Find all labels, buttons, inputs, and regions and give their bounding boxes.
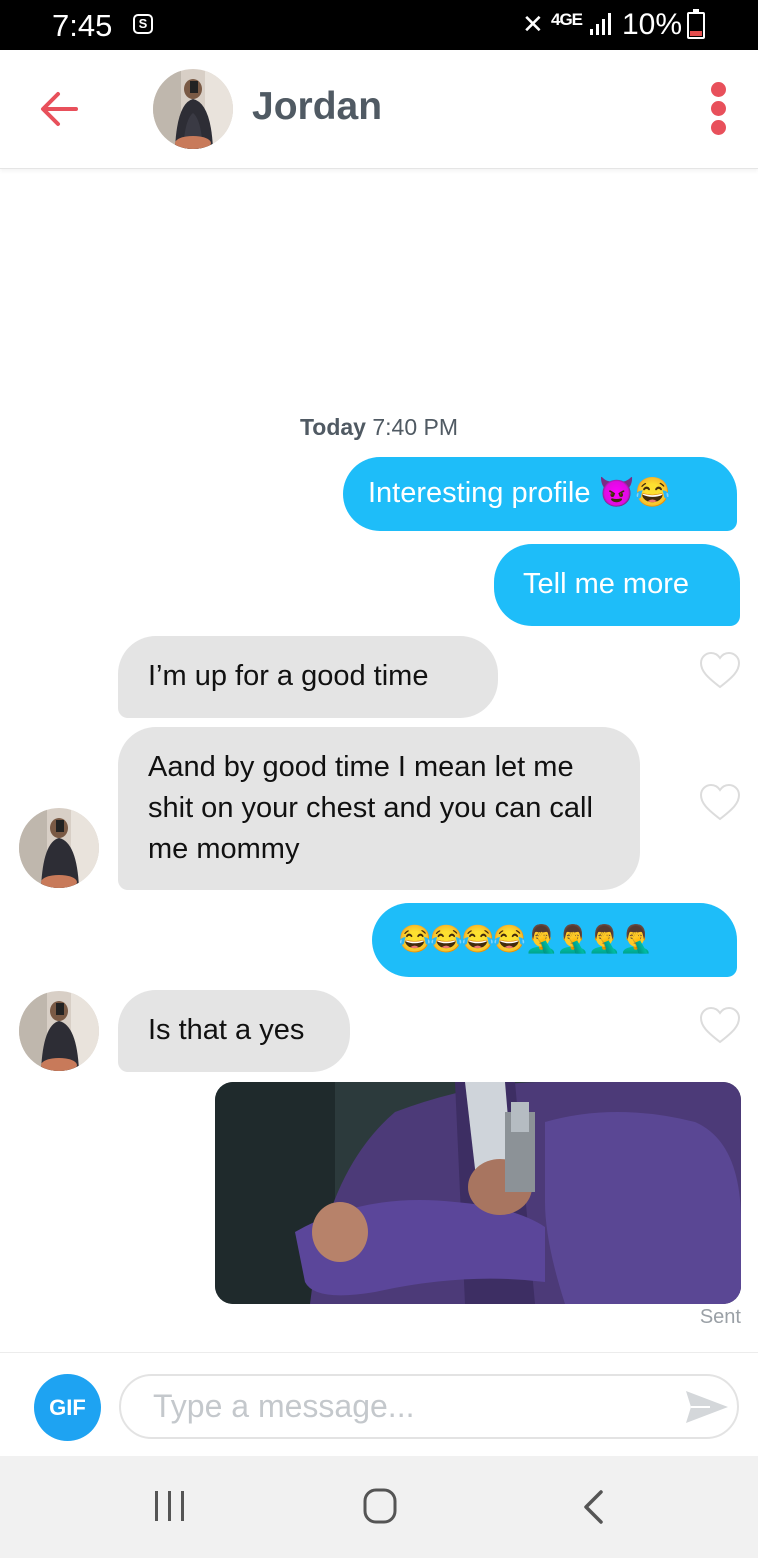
- message-bubble-outgoing[interactable]: Interesting profile 😈😂: [343, 457, 737, 531]
- status-time: 7:45: [52, 8, 113, 43]
- contact-name[interactable]: Jordan: [252, 85, 382, 129]
- message-bubble-outgoing[interactable]: 😂😂😂😂🤦‍♂️🤦‍♂️🤦‍♂️🤦‍♂️: [372, 903, 737, 977]
- message-bubble-incoming[interactable]: Aand by good time I mean let me shit on …: [118, 727, 640, 890]
- more-options-icon[interactable]: [706, 82, 730, 136]
- message-text: Aand by good time I mean let me shit on …: [148, 751, 593, 865]
- sync-icon: S: [133, 14, 153, 34]
- message-text: 😂😂😂😂🤦‍♂️🤦‍♂️🤦‍♂️🤦‍♂️: [398, 924, 653, 954]
- mute-icon: ✕: [522, 9, 544, 39]
- contact-avatar-small[interactable]: [19, 991, 99, 1071]
- signal-icon: [590, 13, 611, 35]
- sent-status: Sent: [699, 1306, 741, 1328]
- gif-image: [215, 1082, 741, 1304]
- message-text: Is that a yes: [148, 1014, 305, 1046]
- date-time: 7:40 PM: [372, 414, 459, 440]
- message-text: I’m up for a good time: [148, 660, 429, 692]
- battery-percent: 10%: [622, 8, 683, 41]
- status-bar: 7:45 S ✕ 4GE 10%: [0, 0, 758, 50]
- home-icon[interactable]: [363, 1488, 397, 1524]
- nav-back-icon[interactable]: [579, 1489, 609, 1525]
- send-icon[interactable]: [684, 1389, 730, 1425]
- date-separator: Today 7:40 PM: [0, 414, 758, 441]
- back-arrow-icon[interactable]: [36, 86, 82, 132]
- message-bubble-outgoing[interactable]: Tell me more: [494, 544, 740, 626]
- message-bubble-incoming[interactable]: Is that a yes: [118, 990, 350, 1072]
- like-heart-icon[interactable]: [699, 1007, 741, 1045]
- message-composer: GIF Type a message...: [0, 1352, 758, 1457]
- gif-button[interactable]: GIF: [34, 1374, 101, 1441]
- system-nav-bar: [0, 1456, 758, 1558]
- date-day: Today: [299, 414, 366, 440]
- contact-avatar[interactable]: [153, 69, 233, 149]
- gif-message[interactable]: [215, 1082, 741, 1304]
- message-text: Tell me more: [523, 568, 689, 600]
- network-type: 4GE: [551, 10, 583, 29]
- message-bubble-incoming[interactable]: I’m up for a good time: [118, 636, 498, 718]
- message-input[interactable]: Type a message...: [119, 1374, 739, 1439]
- like-heart-icon[interactable]: [699, 784, 741, 822]
- message-text: Interesting profile 😈😂: [368, 477, 671, 509]
- battery-icon: [687, 9, 705, 39]
- like-heart-icon[interactable]: [699, 652, 741, 690]
- chat-header: Jordan: [0, 50, 758, 169]
- recent-apps-icon[interactable]: [153, 1489, 187, 1523]
- contact-avatar-small[interactable]: [19, 808, 99, 888]
